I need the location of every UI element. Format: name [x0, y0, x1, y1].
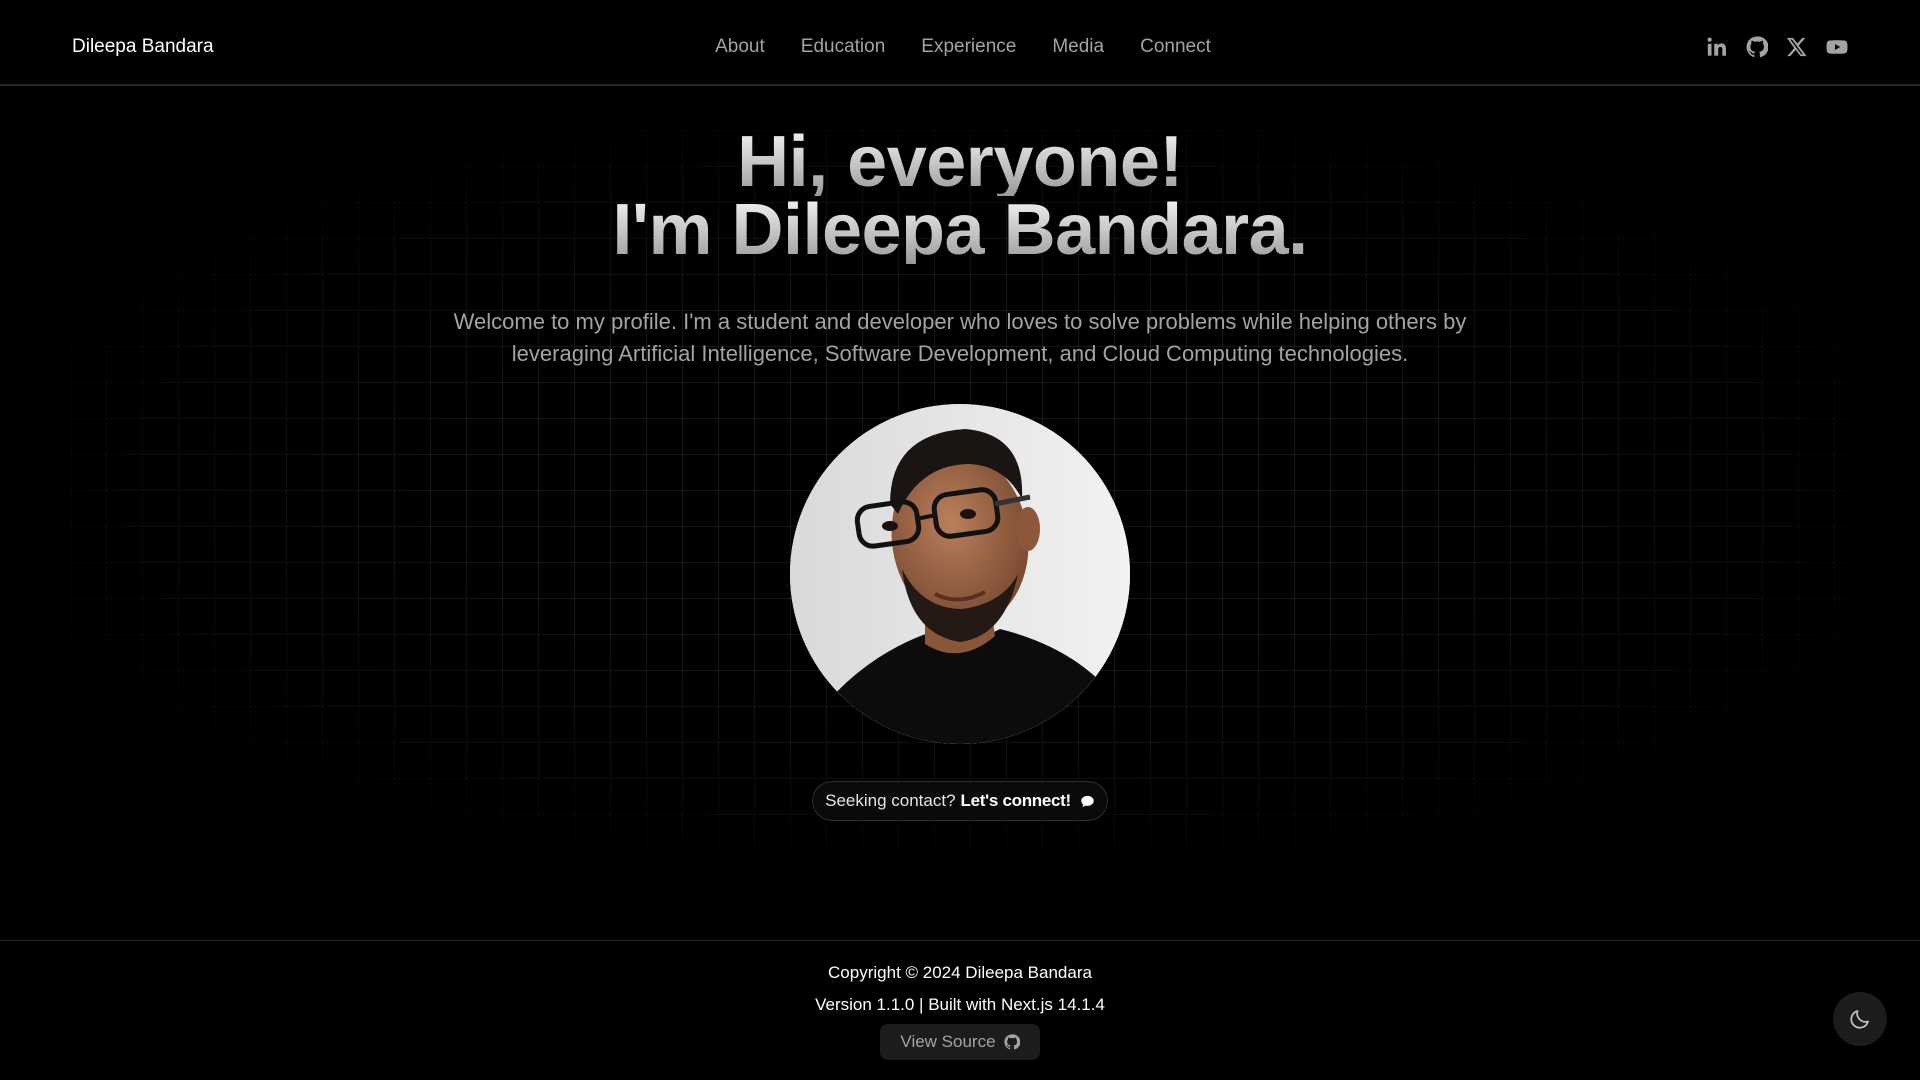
theme-toggle-button[interactable] — [1833, 992, 1887, 1046]
linkedin-icon[interactable] — [1706, 36, 1728, 58]
connect-pill-button[interactable]: Seeking contact? Let's connect! — [812, 781, 1108, 821]
profile-photo — [790, 404, 1130, 744]
github-icon — [1003, 1034, 1020, 1050]
footer-copyright: Copyright © 2024 Dileepa Bandara — [828, 963, 1092, 982]
footer-divider — [0, 940, 1920, 941]
intro-paragraph: Welcome to my profile. I'm a student and… — [440, 306, 1480, 370]
x-icon[interactable] — [1786, 36, 1808, 58]
main-nav: About Education Experience Media Connect — [0, 36, 1920, 58]
site-header: Dileepa Bandara About Education Experien… — [0, 0, 1920, 86]
nav-experience[interactable]: Experience — [921, 36, 1016, 58]
moon-icon — [1850, 1010, 1869, 1029]
github-icon[interactable] — [1746, 36, 1768, 58]
hero-heading: Hi, everyone! I'm Dileepa Bandara. — [0, 126, 1920, 266]
view-source-label: View Source — [900, 1032, 996, 1051]
intro-line-1: Welcome to my profile. I'm a student and… — [453, 309, 1467, 334]
footer-version: Version 1.1.0 | Built with Next.js 14.1.… — [815, 995, 1105, 1014]
social-links — [1706, 36, 1848, 58]
nav-connect[interactable]: Connect — [1140, 36, 1211, 58]
hero-greeting: Hi, everyone! — [0, 126, 1920, 198]
nav-education[interactable]: Education — [801, 36, 886, 58]
chat-bubble-icon — [1081, 795, 1094, 807]
nav-media[interactable]: Media — [1052, 36, 1104, 58]
hero-name: I'm Dileepa Bandara. — [0, 194, 1920, 266]
cta-bold: Let's connect! — [960, 791, 1072, 810]
youtube-icon[interactable] — [1826, 36, 1848, 58]
cta-prefix: Seeking contact? — [825, 791, 956, 810]
intro-line-2: leveraging Artificial Intelligence, Soft… — [511, 341, 1409, 366]
nav-about[interactable]: About — [715, 36, 765, 58]
view-source-button[interactable]: View Source — [880, 1024, 1040, 1060]
